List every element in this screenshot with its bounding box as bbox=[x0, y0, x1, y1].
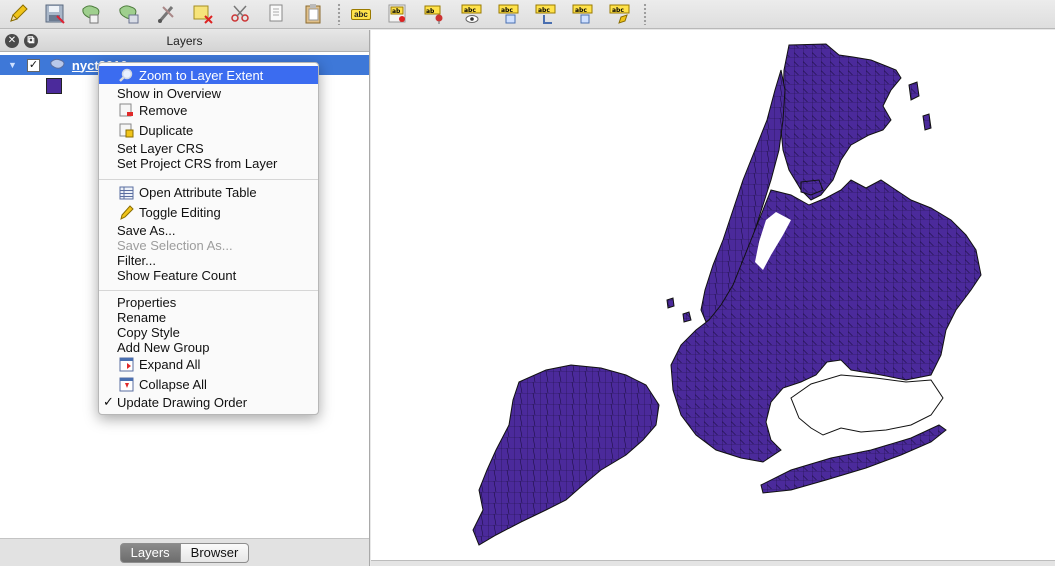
add-part-icon[interactable] bbox=[80, 3, 104, 25]
menu-item-open-attribute-table[interactable]: Open Attribute Table bbox=[99, 183, 318, 201]
city-island bbox=[908, 81, 920, 101]
menu-item-set-project-crs-from-layer[interactable]: Set Project CRS from Layer bbox=[99, 154, 318, 172]
layer-context-menu: Zoom to Layer Extent Show in Overview Re… bbox=[98, 62, 319, 415]
cut-features-icon[interactable] bbox=[228, 3, 252, 25]
layer-visibility-checkbox[interactable]: ✓ bbox=[26, 58, 40, 72]
duplicate-layer-icon bbox=[118, 123, 134, 138]
menu-item-zoom-to-layer-extent[interactable]: Zoom to Layer Extent bbox=[99, 66, 318, 84]
status-bar bbox=[371, 560, 1055, 566]
label-toolbar-icon[interactable]: abc bbox=[349, 3, 373, 25]
nyc-census-tracts-map bbox=[472, 43, 982, 546]
layer-labeling-icon[interactable]: ab bbox=[386, 3, 410, 25]
panel-title: Layers bbox=[166, 33, 203, 48]
toolbar-separator bbox=[643, 3, 647, 25]
rockaway-peninsula bbox=[760, 424, 947, 494]
svg-text:abc: abc bbox=[612, 7, 624, 14]
bronx-borough bbox=[780, 43, 902, 201]
rotate-label-icon[interactable]: abc bbox=[571, 3, 595, 25]
pin-labels-icon[interactable]: ab bbox=[423, 3, 447, 25]
layers-panel-titlebar: ✕ ⧉ Layers bbox=[0, 30, 369, 52]
menu-item-duplicate[interactable]: Duplicate bbox=[99, 121, 318, 139]
menu-item-show-in-overview[interactable]: Show in Overview bbox=[99, 84, 318, 102]
menu-item-collapse-all[interactable]: Collapse All bbox=[99, 375, 318, 393]
change-label-icon[interactable]: abc bbox=[608, 3, 632, 25]
layer-symbol-swatch[interactable] bbox=[46, 78, 62, 94]
highlight-pinned-labels-icon[interactable]: abc bbox=[460, 3, 484, 25]
collapse-arrow-icon[interactable]: ▼ bbox=[8, 60, 17, 70]
svg-text:ab: ab bbox=[426, 8, 435, 15]
delete-selected-icon[interactable] bbox=[191, 3, 215, 25]
move-label-icon[interactable]: abc bbox=[534, 3, 558, 25]
hart-island bbox=[922, 113, 932, 131]
pencil-icon[interactable] bbox=[6, 3, 30, 25]
digitizing-label-toolbar: abc ab ab abc abc abc abc abc bbox=[0, 0, 1055, 29]
jamaica-bay bbox=[790, 374, 944, 436]
tab-browser[interactable]: Browser bbox=[180, 542, 250, 563]
staten-island-borough bbox=[472, 364, 660, 546]
panel-tab-bar: Layers Browser bbox=[0, 538, 369, 566]
svg-text:ab: ab bbox=[392, 8, 401, 15]
zoom-icon bbox=[118, 68, 134, 83]
svg-text:abc: abc bbox=[538, 7, 550, 14]
attribute-table-icon bbox=[118, 185, 134, 200]
close-icon[interactable]: ✕ bbox=[5, 34, 19, 48]
menu-item-remove[interactable]: Remove bbox=[99, 101, 318, 119]
expand-all-icon bbox=[118, 357, 134, 372]
menu-separator bbox=[99, 290, 318, 291]
toolbar-separator bbox=[337, 3, 341, 25]
paste-features-icon[interactable] bbox=[302, 3, 326, 25]
svg-text:abc: abc bbox=[464, 7, 476, 14]
save-edits-icon[interactable] bbox=[43, 3, 67, 25]
float-panel-icon[interactable]: ⧉ bbox=[24, 34, 38, 48]
pencil-icon bbox=[118, 205, 134, 220]
svg-text:abc: abc bbox=[575, 7, 587, 14]
polygon-layer-icon bbox=[50, 58, 66, 73]
menu-item-expand-all[interactable]: Expand All bbox=[99, 355, 318, 373]
tab-layers[interactable]: Layers bbox=[119, 542, 181, 563]
governors-island bbox=[682, 311, 692, 323]
svg-text:abc: abc bbox=[501, 7, 513, 14]
copy-features-icon[interactable] bbox=[265, 3, 289, 25]
menu-item-toggle-editing[interactable]: Toggle Editing bbox=[99, 203, 318, 221]
fill-ring-icon[interactable] bbox=[117, 3, 141, 25]
menu-item-update-drawing-order[interactable]: ✓ Update Drawing Order bbox=[99, 393, 318, 411]
liberty-island bbox=[666, 297, 675, 309]
checkmark-icon: ✓ bbox=[103, 394, 114, 409]
node-tool-icon[interactable] bbox=[154, 3, 178, 25]
remove-layer-icon bbox=[118, 103, 134, 118]
map-canvas[interactable] bbox=[371, 30, 1055, 560]
menu-item-add-new-group[interactable]: Add New Group bbox=[99, 338, 318, 356]
show-hide-labels-icon[interactable]: abc bbox=[497, 3, 521, 25]
menu-item-show-feature-count[interactable]: Show Feature Count bbox=[99, 266, 318, 284]
menu-separator bbox=[99, 179, 318, 180]
collapse-all-icon bbox=[118, 377, 134, 392]
